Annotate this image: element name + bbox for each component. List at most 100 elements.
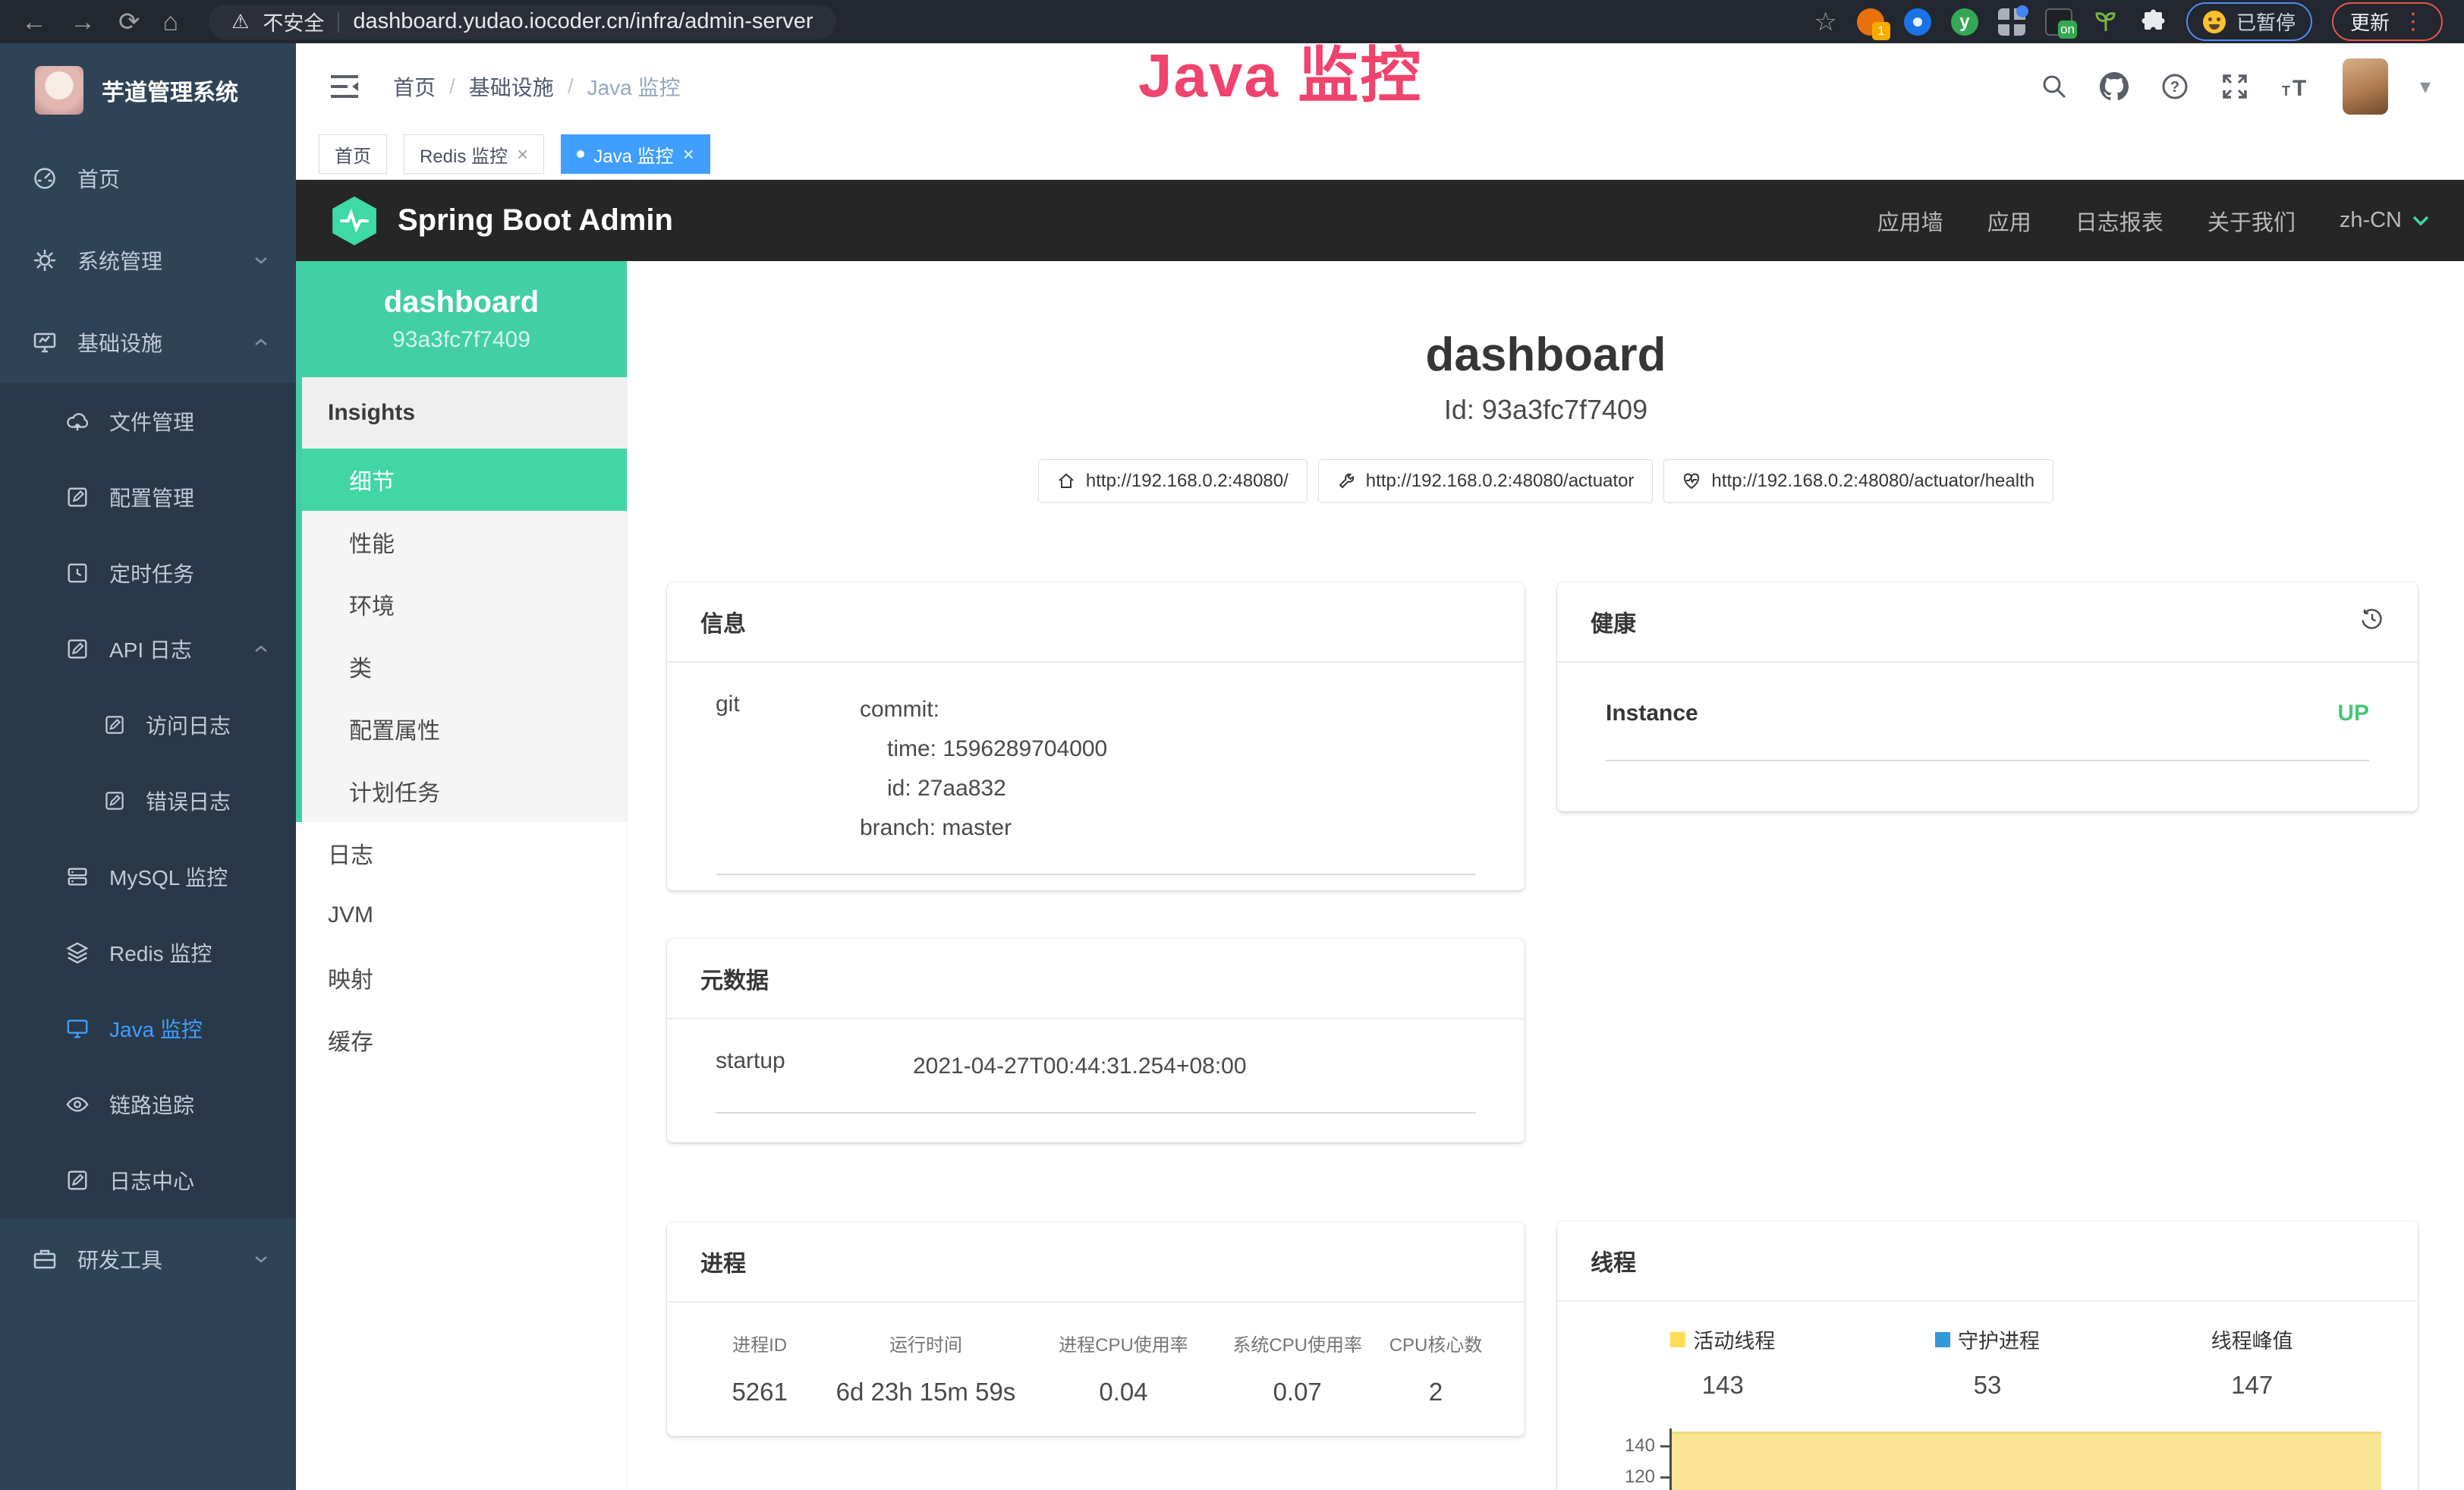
active-dot-icon bbox=[577, 150, 584, 158]
sba-item-logs[interactable]: 日志 bbox=[296, 822, 627, 884]
sidebar-item-config-mgmt[interactable]: 配置管理 bbox=[0, 459, 296, 535]
address-bar[interactable]: ⚠ 不安全 dashboard.yudao.iocoder.cn/infra/a… bbox=[209, 5, 835, 39]
sidebar-item-log-center[interactable]: 日志中心 bbox=[0, 1142, 296, 1218]
header-actions: ? TT ▾ bbox=[2041, 58, 2431, 115]
infra-submenu: 文件管理 配置管理 定时任务 API 日志 bbox=[0, 383, 296, 1218]
sidebar-item-java-monitor[interactable]: Java 监控 bbox=[0, 991, 296, 1066]
sba-instance-header[interactable]: dashboard 93a3fc7f7409 bbox=[296, 261, 627, 377]
sba-nav-about[interactable]: 关于我们 bbox=[2208, 205, 2296, 237]
grid-extension-icon[interactable] bbox=[1998, 8, 2025, 36]
sidebar-item-dev-tools[interactable]: 研发工具 bbox=[0, 1218, 296, 1300]
threads-card: 线程 活动线程 143 守护进程 bbox=[1557, 1221, 2418, 1490]
sidebar-item-system[interactable]: 系统管理 bbox=[0, 219, 296, 301]
sba-item-environment[interactable]: 环境 bbox=[302, 573, 627, 635]
bookmark-star-icon[interactable]: ☆ bbox=[1814, 9, 1836, 35]
browser-toolbar-right: ☆ 1 y on 已暂停 更新 ⋮ bbox=[1814, 2, 2443, 41]
eye-icon bbox=[65, 1092, 90, 1117]
actuator-url-button[interactable]: http://192.168.0.2:48080/actuator bbox=[1318, 459, 1654, 503]
y-extension-icon[interactable]: y bbox=[1951, 8, 1978, 36]
process-uptime: 6d 23h 15m 59s bbox=[819, 1378, 1032, 1407]
pin-extension-icon[interactable] bbox=[1904, 8, 1931, 36]
instance-id: 93a3fc7f7409 bbox=[392, 327, 530, 353]
sidebar-item-access-logs[interactable]: 访问日志 bbox=[0, 687, 296, 763]
sba-item-mappings[interactable]: 映射 bbox=[296, 947, 627, 1009]
tab-java-monitor[interactable]: Java 监控 × bbox=[561, 134, 710, 174]
sba-nav-journal[interactable]: 日志报表 bbox=[2075, 205, 2163, 237]
sidebar-item-api-logs[interactable]: API 日志 bbox=[0, 611, 296, 687]
app-logo-row[interactable]: 芋道管理系统 bbox=[0, 43, 296, 137]
sba-brand-name: Spring Boot Admin bbox=[398, 203, 673, 238]
tab-home[interactable]: 首页 bbox=[319, 134, 387, 174]
service-url-button[interactable]: http://192.168.0.2:48080/ bbox=[1038, 459, 1308, 503]
leaf-extension-icon[interactable] bbox=[2092, 8, 2119, 36]
sidebar-item-tracing[interactable]: 链路追踪 bbox=[0, 1066, 296, 1142]
sidebar-item-label: 访问日志 bbox=[146, 710, 267, 740]
sba-item-jvm[interactable]: JVM bbox=[296, 884, 627, 947]
paused-extension-pill[interactable]: 已暂停 bbox=[2186, 2, 2312, 41]
close-icon[interactable]: × bbox=[517, 144, 528, 164]
browser-home-icon[interactable]: ⌂ bbox=[163, 9, 179, 35]
process-col-label: 运行时间 bbox=[819, 1330, 1032, 1356]
close-icon[interactable]: × bbox=[683, 144, 694, 164]
service-url: http://192.168.0.2:48080/ bbox=[1086, 471, 1289, 492]
extension-icon[interactable]: 1 bbox=[1857, 8, 1884, 36]
sba-brand[interactable]: Spring Boot Admin bbox=[331, 195, 673, 247]
y-tick-label: 140 bbox=[1625, 1435, 1655, 1457]
puzzle-extensions-icon[interactable] bbox=[2139, 8, 2167, 36]
browser-forward-icon[interactable]: → bbox=[70, 9, 96, 35]
update-label: 更新 bbox=[2350, 8, 2390, 36]
history-icon[interactable] bbox=[2360, 606, 2384, 637]
search-icon[interactable] bbox=[2041, 73, 2068, 100]
emoji-face-icon bbox=[2203, 11, 2226, 33]
briefcase-icon bbox=[32, 1246, 58, 1272]
user-menu-caret-icon[interactable]: ▾ bbox=[2420, 74, 2431, 99]
sba-language-select[interactable]: zh-CN bbox=[2340, 208, 2429, 233]
sidebar-item-mysql-monitor[interactable]: MySQL 监控 bbox=[0, 839, 296, 915]
update-browser-pill[interactable]: 更新 ⋮ bbox=[2332, 2, 2443, 41]
github-icon[interactable] bbox=[2100, 72, 2129, 101]
sidebar-item-home[interactable]: 首页 bbox=[0, 137, 296, 219]
sidebar-item-infra[interactable]: 基础设施 bbox=[0, 301, 296, 383]
threads-area-series bbox=[1672, 1432, 2381, 1490]
user-avatar[interactable] bbox=[2343, 58, 2388, 115]
sba-item-config-props[interactable]: 配置属性 bbox=[302, 698, 627, 760]
breadcrumb-home[interactable]: 首页 bbox=[393, 71, 436, 102]
sidebar-item-file-mgmt[interactable]: 文件管理 bbox=[0, 383, 296, 459]
threads-card-title: 线程 bbox=[1591, 1244, 1636, 1277]
home-icon bbox=[1057, 472, 1075, 490]
browser-reload-icon[interactable]: ⟳ bbox=[118, 9, 140, 35]
chevron-up-icon bbox=[255, 339, 267, 346]
sba-item-metrics[interactable]: 性能 bbox=[302, 511, 627, 573]
switch-extension-icon[interactable]: on bbox=[2045, 8, 2072, 36]
health-key: Instance bbox=[1606, 701, 1698, 726]
sba-item-caches[interactable]: 缓存 bbox=[296, 1009, 627, 1071]
threads-chart-plot bbox=[1669, 1425, 2384, 1490]
sidebar-item-error-logs[interactable]: 错误日志 bbox=[0, 763, 296, 839]
help-icon[interactable]: ? bbox=[2160, 72, 2189, 101]
legend-label: 线程峰值 bbox=[2211, 1325, 2293, 1354]
not-secure-warning-icon: ⚠ bbox=[231, 10, 249, 33]
sidebar-item-redis-monitor[interactable]: Redis 监控 bbox=[0, 915, 296, 991]
edit-icon bbox=[65, 485, 90, 509]
sba-nav-wallboard[interactable]: 应用墙 bbox=[1877, 205, 1943, 237]
fullscreen-icon[interactable] bbox=[2221, 73, 2248, 100]
health-url-button[interactable]: http://192.168.0.2:48080/actuator/health bbox=[1663, 459, 2053, 503]
browser-back-icon[interactable]: ← bbox=[21, 9, 47, 35]
hamburger-collapse-icon[interactable] bbox=[329, 74, 360, 99]
instance-name: dashboard bbox=[384, 285, 539, 320]
sba-nav-applications[interactable]: 应用 bbox=[1987, 205, 2031, 237]
sba-item-scheduled-tasks[interactable]: 计划任务 bbox=[302, 760, 627, 822]
breadcrumb-infra[interactable]: 基础设施 bbox=[469, 71, 554, 102]
info-key: git bbox=[716, 690, 860, 848]
font-size-icon[interactable]: TT bbox=[2280, 73, 2311, 100]
sidebar-item-label: 研发工具 bbox=[77, 1244, 235, 1274]
sba-item-details[interactable]: 细节 bbox=[302, 449, 627, 511]
sba-item-classes[interactable]: 类 bbox=[302, 635, 627, 698]
app-sidebar: 芋道管理系统 首页 系统管理 基础设施 bbox=[0, 43, 296, 1490]
sidebar-item-scheduled-jobs[interactable]: 定时任务 bbox=[0, 535, 296, 611]
log-edit-icon bbox=[65, 1168, 90, 1192]
tab-redis-monitor[interactable]: Redis 监控 × bbox=[404, 134, 544, 174]
sidebar-item-label: 基础设施 bbox=[77, 327, 235, 358]
java-monitor-icon bbox=[65, 1016, 90, 1041]
browser-menu-kebab-icon[interactable]: ⋮ bbox=[2402, 11, 2425, 33]
